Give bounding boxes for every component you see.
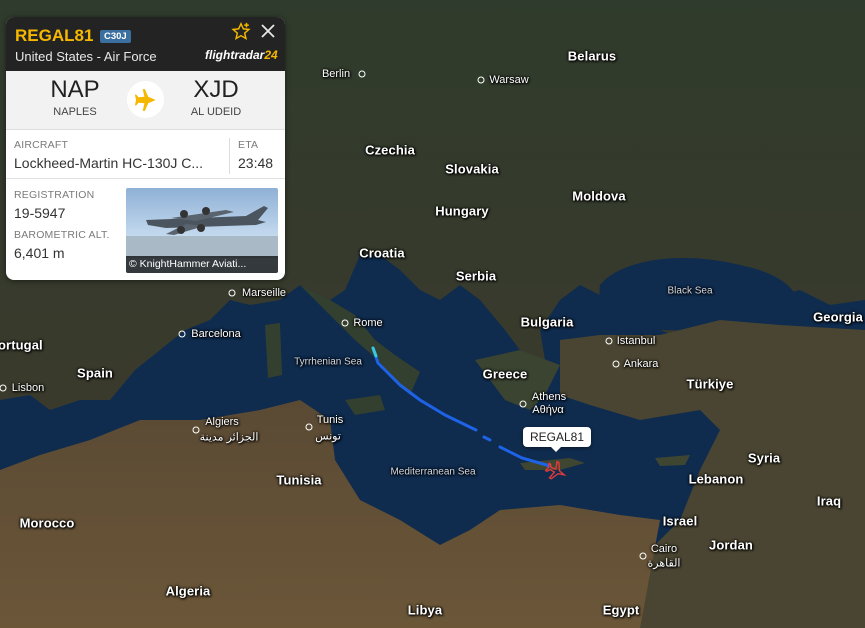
callsign: REGAL81 — [15, 26, 94, 45]
sea-label: Tyrrhenian Sea — [294, 356, 362, 368]
close-icon[interactable] — [259, 22, 277, 40]
destination-code[interactable]: XJD — [193, 76, 238, 104]
country-label: Hungary — [435, 203, 489, 219]
country-label: Bulgaria — [520, 314, 574, 330]
city-label: تونس — [315, 430, 341, 443]
city-label: Athens — [531, 391, 567, 403]
country-label: Jordan — [709, 537, 753, 553]
country-label: Iraq — [816, 493, 842, 509]
photo-credit: © KnightHammer Aviati... — [126, 256, 278, 273]
origin-city: NAPLES — [53, 106, 97, 118]
country-label: Libya — [407, 602, 443, 618]
city-label: Barcelona — [191, 328, 241, 340]
favorite-star-icon[interactable] — [230, 21, 252, 43]
registration-label: REGISTRATION — [14, 189, 95, 201]
city-label: Lisbon — [11, 382, 45, 394]
eta-label: ETA — [238, 139, 259, 151]
country-label: Greece — [482, 366, 528, 382]
panel-header: REGAL81 C30J United States - Air Force f… — [6, 17, 285, 71]
country-label: Czechia — [365, 142, 415, 158]
country-label: Egypt — [602, 602, 640, 618]
country-label: Morocco — [19, 515, 75, 531]
aircraft-value: Lockheed-Martin HC-130J C... — [14, 155, 204, 171]
city-label: الجزائر مدينة — [199, 431, 259, 444]
city-dot — [477, 76, 485, 84]
country-label: Georgia — [813, 309, 863, 325]
city-dot — [305, 423, 313, 431]
aircraft-photo[interactable]: © KnightHammer Aviati... — [126, 188, 278, 273]
city-dot — [358, 70, 366, 78]
country-label: Israel — [662, 513, 698, 529]
city-dot — [639, 552, 647, 560]
city-label: Istanbul — [616, 335, 656, 347]
registration-value: 19-5947 — [14, 205, 66, 221]
city-label: Berlin — [321, 68, 351, 80]
city-dot — [341, 319, 349, 327]
aircraft-callsign-tag[interactable]: REGAL81 — [523, 427, 592, 452]
country-label: Moldova — [572, 188, 626, 204]
city-dot — [178, 330, 186, 338]
country-label: Belarus — [567, 48, 617, 64]
city-dot — [605, 337, 613, 345]
sea-label: Black Sea — [667, 285, 713, 297]
registration-altitude-row: REGISTRATION 19-5947 BAROMETRIC ALT. 6,4… — [6, 179, 285, 280]
country-label: Croatia — [359, 245, 405, 261]
sea-label: Mediterranean Sea — [390, 466, 476, 478]
country-label: Serbia — [455, 268, 497, 284]
route-section: NAP NAPLES XJD AL UDEID — [6, 71, 285, 130]
city-dot — [519, 400, 527, 408]
city-dot — [612, 360, 620, 368]
country-label: Syria — [747, 450, 781, 466]
sardinia-landmass — [265, 323, 282, 378]
origin-code[interactable]: NAP — [50, 76, 99, 104]
eta-value: 23:48 — [238, 155, 274, 171]
altitude-value: 6,401 m — [14, 245, 65, 261]
flight-info-panel: REGAL81 C30J United States - Air Force f… — [6, 17, 285, 280]
country-label: Portugal — [0, 337, 43, 353]
city-label: Cairo — [650, 543, 678, 555]
city-label: Tunis — [316, 414, 344, 426]
city-label: Ankara — [623, 358, 659, 370]
city-label: القاهرة — [647, 557, 681, 570]
city-dot — [228, 289, 236, 297]
airplane-icon — [127, 81, 164, 118]
city-dot — [192, 426, 200, 434]
altitude-label: BAROMETRIC ALT. — [14, 229, 110, 241]
country-label: Algeria — [165, 583, 211, 599]
city-label: Warsaw — [489, 74, 529, 86]
city-label: Αθήνα — [532, 404, 564, 416]
aircraft-type-badge: C30J — [100, 30, 131, 43]
airline-name: United States - Air Force — [15, 49, 157, 64]
country-label: Slovakia — [445, 161, 499, 177]
divider — [229, 138, 230, 174]
destination-city: AL UDEID — [190, 106, 242, 118]
city-label: Algiers — [205, 416, 239, 428]
country-label: Lebanon — [688, 471, 744, 487]
aircraft-label: AIRCRAFT — [14, 139, 69, 151]
city-label: Rome — [353, 317, 383, 329]
country-label: Spain — [77, 365, 113, 381]
aircraft-eta-row: AIRCRAFT Lockheed-Martin HC-130J C... ET… — [6, 130, 285, 179]
brand-logo: flightradar24 — [205, 48, 278, 62]
country-label: Tunisia — [276, 472, 322, 488]
aircraft-photo-image — [126, 206, 278, 258]
country-label: Türkiye — [686, 376, 734, 392]
city-label: Marseille — [241, 287, 287, 299]
